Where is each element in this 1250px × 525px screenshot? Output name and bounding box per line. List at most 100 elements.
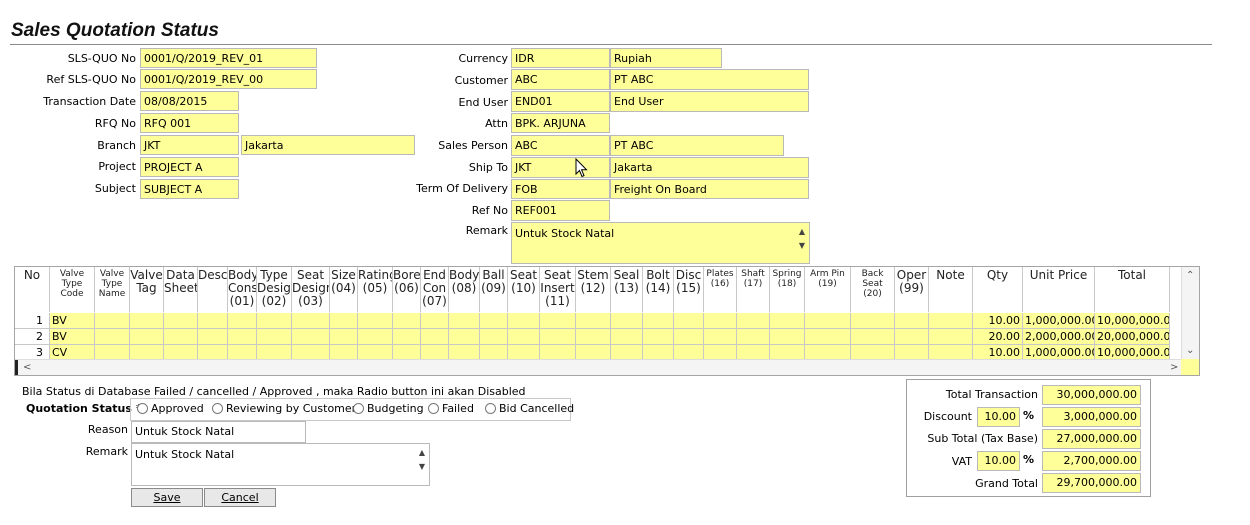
- grid-cell[interactable]: 20.00: [973, 329, 1023, 345]
- grand-total-field[interactable]: 29,700,000.00: [1042, 473, 1141, 493]
- grid-cell[interactable]: [576, 329, 611, 345]
- grid-cell[interactable]: [358, 313, 393, 329]
- ship-to-name-field[interactable]: Jakarta: [610, 157, 809, 178]
- grid-column-header[interactable]: Valve Type Code: [50, 267, 95, 312]
- grid-column-header[interactable]: Note: [929, 267, 973, 312]
- currency-code-field[interactable]: IDR: [511, 48, 610, 68]
- customer-name-field[interactable]: PT ABC: [610, 69, 809, 90]
- grid-cell[interactable]: [704, 313, 737, 329]
- grid-cell[interactable]: 2,000,000.00: [1023, 329, 1095, 345]
- grid-cell[interactable]: [851, 313, 895, 329]
- vat-amount-field[interactable]: 2,700,000.00: [1042, 451, 1141, 471]
- grid-cell[interactable]: [895, 329, 929, 345]
- radio-approved[interactable]: [137, 403, 148, 414]
- grid-cell[interactable]: [737, 313, 770, 329]
- attn-field[interactable]: BPK. ARJUNA: [511, 113, 610, 133]
- grid-cell[interactable]: [198, 329, 228, 345]
- status-option-reviewing[interactable]: Reviewing by Customer: [212, 402, 356, 415]
- grid-cell[interactable]: [164, 313, 198, 329]
- scroll-up-icon[interactable]: ▲: [796, 225, 808, 239]
- grid-cell[interactable]: [674, 313, 704, 329]
- grid-cell[interactable]: [770, 329, 805, 345]
- ref-no-field[interactable]: REF001: [511, 200, 610, 221]
- grid-column-header[interactable]: Arm Pin (19): [805, 267, 851, 312]
- sales-person-name-field[interactable]: PT ABC: [610, 135, 784, 156]
- grid-column-header[interactable]: Bore (06): [393, 267, 421, 312]
- scroll-down-icon[interactable]: ▼: [416, 460, 428, 474]
- grid-cell[interactable]: [704, 329, 737, 345]
- grid-cell[interactable]: [851, 329, 895, 345]
- grid-cell[interactable]: [228, 313, 257, 329]
- grid-cell[interactable]: [449, 313, 480, 329]
- grid-cell[interactable]: 10.00: [973, 313, 1023, 329]
- grid-cell[interactable]: [292, 329, 330, 345]
- status-remark-scrollbar[interactable]: ▲ ▼: [416, 446, 428, 474]
- radio-budgeting[interactable]: [353, 403, 364, 414]
- scroll-right-icon[interactable]: >: [1170, 362, 1178, 374]
- grid-cell[interactable]: [421, 313, 449, 329]
- rfq-no-field[interactable]: RFQ 001: [140, 113, 239, 133]
- project-field[interactable]: PROJECT A: [140, 157, 239, 177]
- term-of-delivery-name-field[interactable]: Freight On Board: [610, 179, 809, 199]
- end-user-code-field[interactable]: END01: [511, 91, 610, 112]
- grid-cell[interactable]: [540, 313, 576, 329]
- grid-column-header[interactable]: Ball (09): [480, 267, 508, 312]
- grid-cell[interactable]: [198, 313, 228, 329]
- grid-cell[interactable]: [130, 313, 164, 329]
- grid-column-header[interactable]: Seal (13): [611, 267, 643, 312]
- grid-cell[interactable]: [611, 329, 643, 345]
- transaction-date-field[interactable]: 08/08/2015: [140, 91, 239, 111]
- grid-column-header[interactable]: Seat (10): [508, 267, 540, 312]
- grid-column-header[interactable]: Size (04): [330, 267, 358, 312]
- grid-horizontal-scrollbar[interactable]: < >: [15, 359, 1181, 375]
- grid-cell[interactable]: 1: [15, 313, 50, 329]
- grid-cell[interactable]: [95, 313, 130, 329]
- grid-cell[interactable]: 10,000,000.00: [1095, 313, 1170, 329]
- grid-cell[interactable]: 20,000,000.00: [1095, 329, 1170, 345]
- grid-column-header[interactable]: TypeDesign(02): [257, 267, 292, 312]
- save-button[interactable]: Save: [131, 488, 203, 507]
- grid-column-header[interactable]: Spring (18): [770, 267, 805, 312]
- grid-cell[interactable]: [421, 329, 449, 345]
- grid-cell[interactable]: [393, 313, 421, 329]
- grid-column-header[interactable]: BodyConst(01): [228, 267, 257, 312]
- reason-field[interactable]: Untuk Stock Natal: [131, 421, 306, 443]
- grid-cell[interactable]: [480, 313, 508, 329]
- grid-cell[interactable]: [508, 313, 540, 329]
- grid-cell[interactable]: [257, 313, 292, 329]
- grid-column-header[interactable]: Body (08): [449, 267, 480, 312]
- grid-cell[interactable]: [393, 329, 421, 345]
- grid-cell[interactable]: [895, 313, 929, 329]
- scroll-down-icon[interactable]: ▼: [796, 239, 808, 253]
- scroll-down-icon[interactable]: ⌄: [1186, 345, 1194, 357]
- subtotal-field[interactable]: 27,000,000.00: [1042, 429, 1141, 449]
- quotation-items-grid[interactable]: No Valve Type Code Valve Type Name Valve Tag Data…: [14, 266, 1200, 376]
- sls-quo-no-field[interactable]: 0001/Q/2019_REV_01: [140, 48, 317, 68]
- grid-cell[interactable]: [929, 329, 973, 345]
- scroll-up-icon[interactable]: ▲: [416, 446, 428, 460]
- term-of-delivery-code-field[interactable]: FOB: [511, 179, 610, 199]
- grid-column-header[interactable]: Disc (15): [674, 267, 704, 312]
- grid-cell[interactable]: [643, 329, 674, 345]
- grid-scroll-thumb[interactable]: [15, 360, 18, 375]
- grid-column-header[interactable]: Plates (16): [704, 267, 737, 312]
- grid-cell[interactable]: [228, 329, 257, 345]
- grid-column-header[interactable]: Oper (99): [895, 267, 929, 312]
- branch-code-field[interactable]: JKT: [140, 135, 239, 155]
- grid-cell[interactable]: [292, 313, 330, 329]
- grid-column-header[interactable]: Back Seat (20): [851, 267, 895, 312]
- scroll-up-icon[interactable]: ⌃: [1186, 270, 1194, 282]
- remark-scrollbar[interactable]: ▲ ▼: [796, 225, 808, 253]
- grid-cell[interactable]: [737, 329, 770, 345]
- grid-vertical-scrollbar[interactable]: ⌃ ⌄: [1181, 267, 1199, 360]
- grid-column-header[interactable]: Seat Insert (11): [540, 267, 576, 312]
- end-user-name-field[interactable]: End User: [610, 91, 809, 112]
- grid-cell[interactable]: [95, 329, 130, 345]
- grid-column-header[interactable]: Data Sheet: [164, 267, 198, 312]
- grid-column-header[interactable]: Stem (12): [576, 267, 611, 312]
- grid-cell[interactable]: BV: [50, 313, 95, 329]
- grid-cell[interactable]: [164, 329, 198, 345]
- status-option-bid-cancelled[interactable]: Bid Cancelled: [485, 402, 574, 415]
- grid-cell[interactable]: [611, 313, 643, 329]
- grid-column-header[interactable]: No: [15, 267, 50, 312]
